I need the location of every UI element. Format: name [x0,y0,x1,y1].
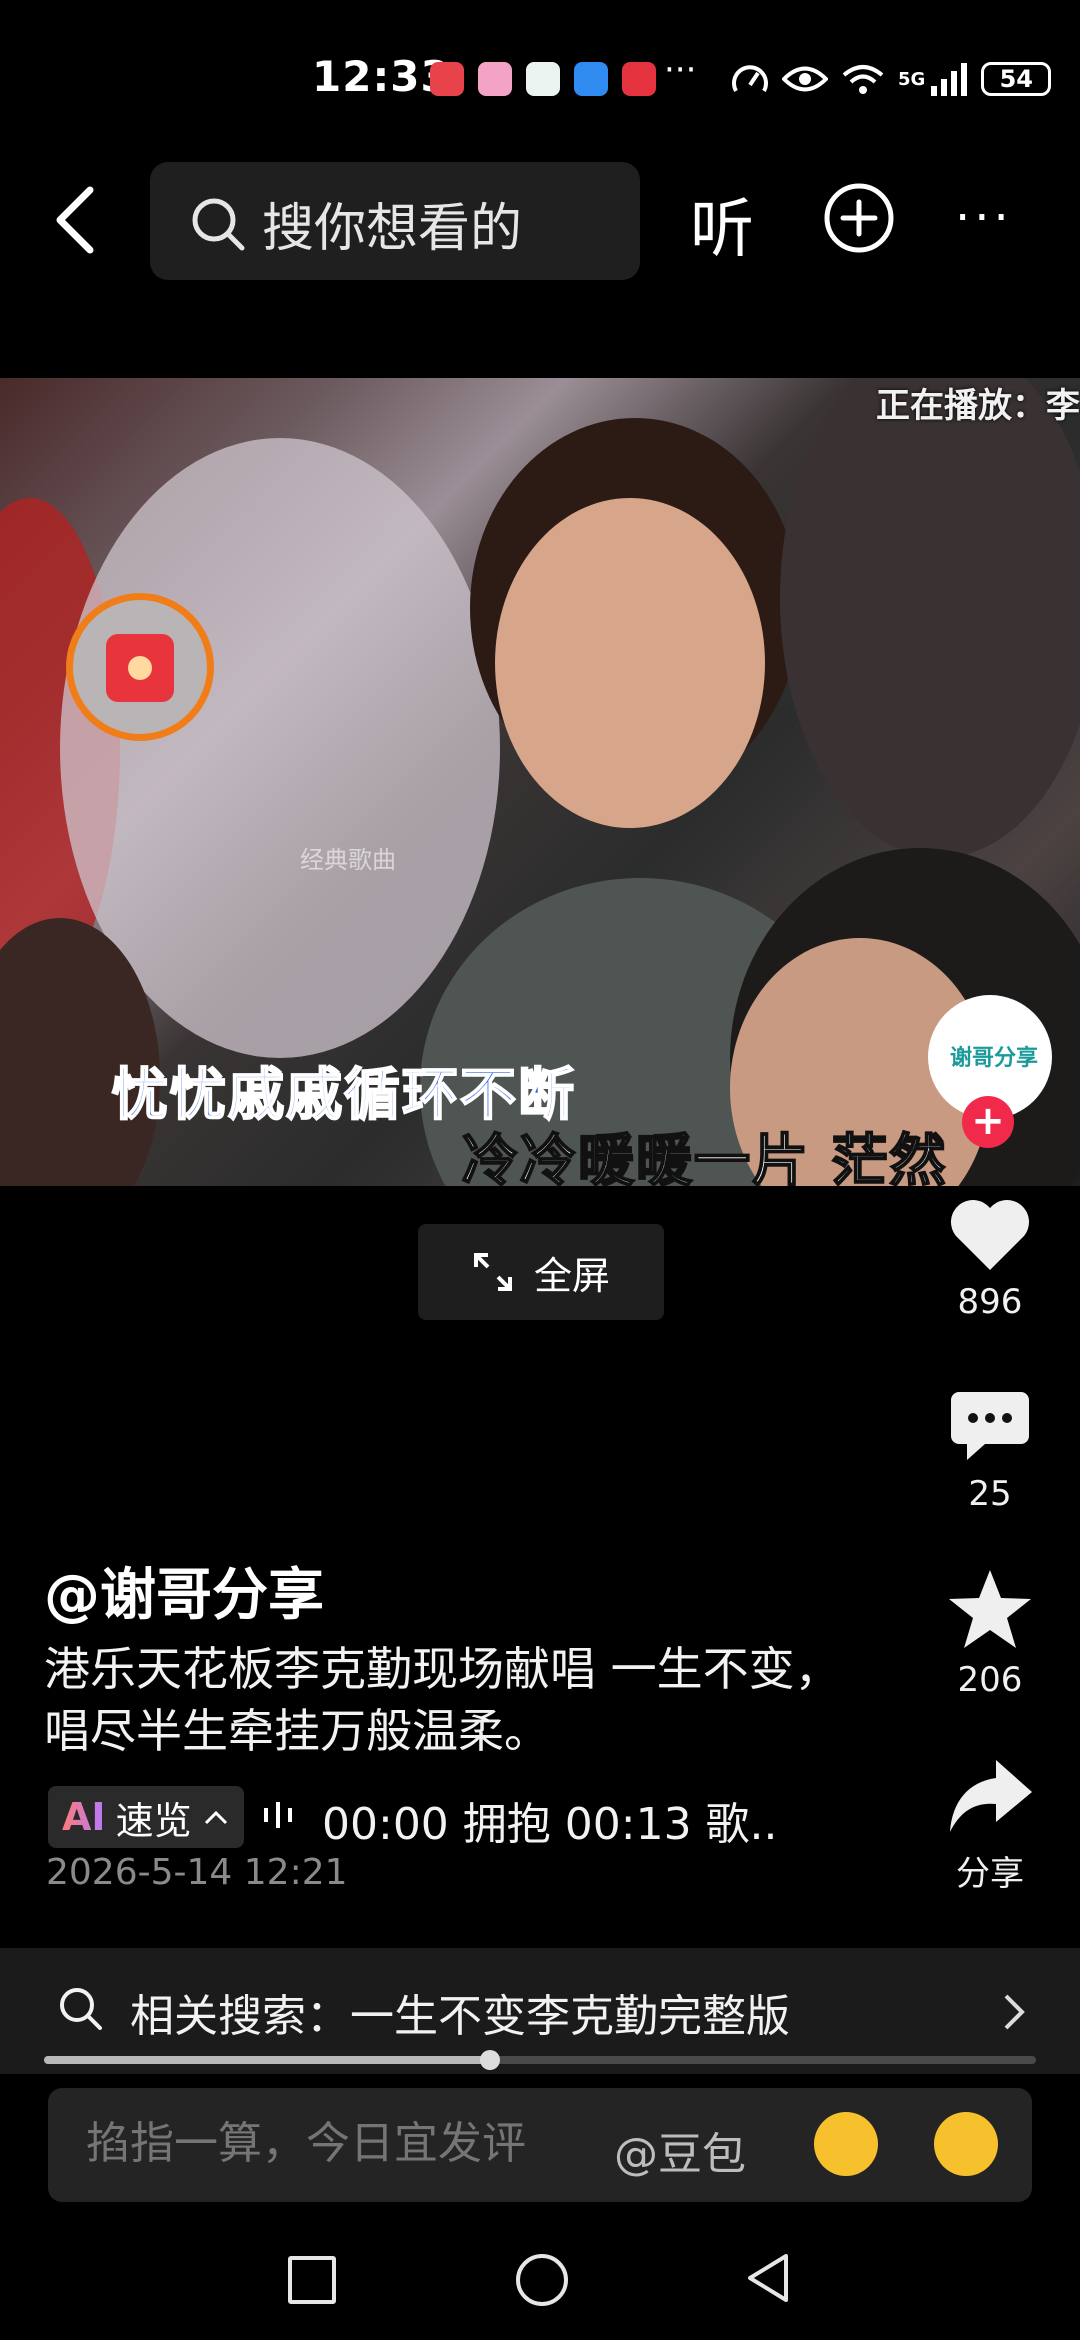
notification-app-icon [430,62,464,96]
search-icon [192,198,245,251]
signal-icon [931,63,968,96]
emoji-shy-icon[interactable] [814,2112,878,2176]
avatar-logo-text: 谢哥分享 [950,1046,1039,1071]
notification-app-icon [574,62,608,96]
status-bar: 12:33 ··· 5G 54 [0,0,1080,150]
video-scene-element [495,498,765,828]
comment-button[interactable]: 25 [920,1390,1060,1514]
ai-mark: AI [62,1795,106,1839]
search-icon [60,1988,102,2030]
video-caption: 港乐天花板李克勤现场献唱 一生不变，唱尽半生牵挂万般温柔。 [44,1642,841,1758]
notification-app-icon [478,62,512,96]
add-circle-icon[interactable] [823,182,895,254]
share-arrow-icon [950,1760,1032,1832]
notification-app-icon [622,62,656,96]
notification-app-icon [526,62,560,96]
chapter-list[interactable]: 00:00 拥抱 00:13 歌.. [322,1788,778,1852]
wifi-icon [842,65,884,94]
home-button[interactable] [516,2254,568,2306]
follow-button[interactable]: + [962,1096,1014,1148]
back-arrow-icon[interactable] [48,180,108,260]
more-notifications-icon: ··· [664,50,697,90]
heart-icon [950,1199,1030,1270]
network-type-label: 5G [898,68,926,90]
eye-comfort-icon [782,66,828,92]
more-options-button[interactable]: ··· [955,190,1013,246]
author-name[interactable]: @谢哥分享 [44,1550,324,1631]
video-watermark: 经典歌曲 [300,846,396,874]
ai-summary-button[interactable]: AI 速览 [48,1786,244,1848]
back-triangle-icon[interactable] [746,2252,790,2304]
chevron-right-icon [1004,1994,1025,2030]
search-placeholder: 搜你想看的 [262,199,523,259]
fullscreen-button[interactable]: 全屏 [418,1224,664,1320]
now-playing-label: 正在播放：李 [876,386,1080,426]
video-player[interactable]: 正在播放：李 经典歌曲 忧忧戚戚循环不断 冷冷暖暖一片 茫然 [0,378,1080,1186]
like-button[interactable]: 896 [920,1196,1060,1322]
mention-doubao-button[interactable]: @豆包 [614,2118,746,2182]
fullscreen-label: 全屏 [533,1253,610,1298]
favorite-button[interactable]: 206 [920,1568,1060,1700]
comment-bar[interactable]: @豆包 [48,2088,1032,2202]
battery-icon: 54 [981,62,1052,96]
share-button[interactable]: 分享 [920,1756,1060,1895]
battery-level: 54 [999,65,1034,93]
red-packet-icon [106,634,174,702]
star-icon [949,1570,1031,1648]
emoji-grin-icon[interactable] [934,2112,998,2176]
share-label: 分享 [956,1854,1024,1894]
status-indicators: 5G 54 [730,56,1052,102]
comment-count: 25 [968,1474,1012,1514]
favorite-count: 206 [957,1660,1023,1700]
chevron-up-icon [204,1810,227,1825]
comment-icon [951,1392,1029,1460]
comment-input[interactable] [84,2118,558,2170]
listen-button[interactable]: 听 [690,178,754,270]
expand-icon [473,1253,512,1291]
red-packet-button[interactable] [66,593,214,741]
post-date: 2026-5-14 12:21 [46,1852,348,1893]
video-progress-fill [44,2056,491,2064]
related-search-text: 相关搜索：一生不变李克勤完整版 [130,1991,790,2042]
recent-apps-button[interactable] [288,2256,336,2304]
like-count: 896 [957,1282,1023,1322]
video-scene-element [780,378,1080,858]
audio-wave-icon [264,1802,292,1828]
ai-summary-label: 速览 [115,1798,192,1843]
lyric-line-2: 冷冷暖暖一片 茫然 [461,1128,948,1186]
search-bar[interactable]: 搜你想看的 [150,162,640,280]
speed-icon [732,65,768,92]
